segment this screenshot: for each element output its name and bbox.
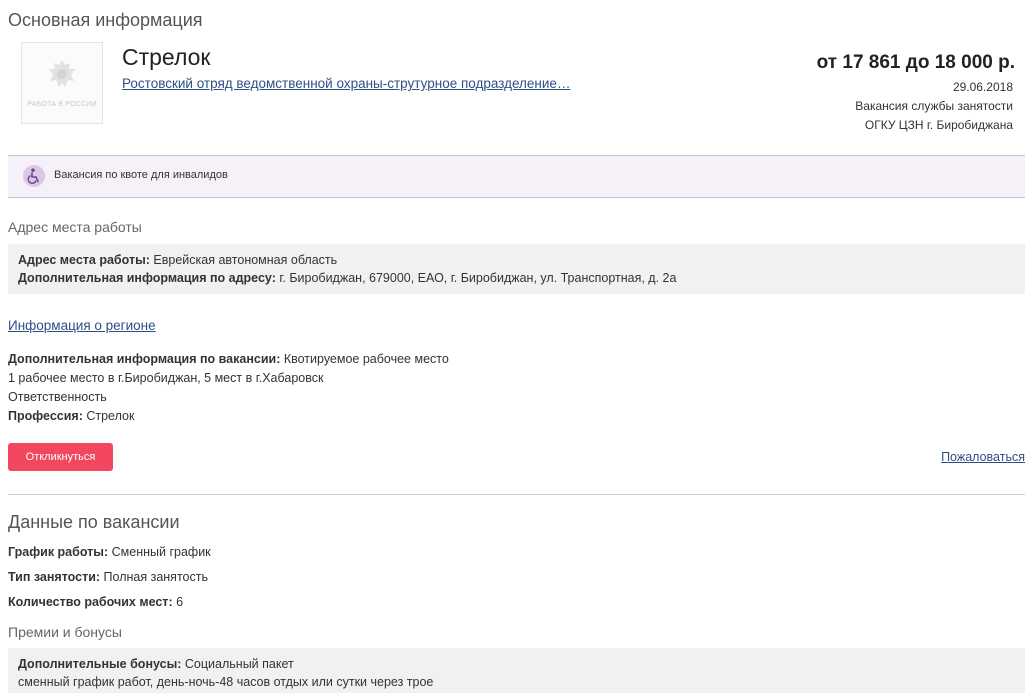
section-title-main-info: Основная информация: [8, 10, 203, 30]
vacancy-extra-value: Квотируемое рабочее место: [283, 352, 449, 366]
bonus-line-schedule: сменный график работ, день-ночь-48 часов…: [18, 675, 434, 689]
apply-button[interactable]: Откликнуться: [8, 443, 113, 471]
vacancy-extra-row: Дополнительная информация по вакансии: К…: [8, 350, 449, 369]
colon: :: [177, 657, 185, 671]
vacancy-data-list: График работы: Сменный график Тип занято…: [8, 543, 211, 618]
vacancy-meta: 29.06.2018 Вакансия службы занятости ОГК…: [855, 78, 1013, 135]
work-address-row: Адрес места работы: Еврейская автономная…: [18, 251, 1015, 269]
colon: :: [168, 595, 177, 609]
colon: :: [276, 352, 284, 366]
quota-banner: Вакансия по квоте для инвалидов: [8, 155, 1025, 198]
bonus-extra-row: Дополнительные бонусы: Социальный пакет: [18, 655, 1015, 673]
address-extra-label: Дополнительная информация по адресу: [18, 271, 272, 285]
salary: от 17 861 до 18 000 р.: [816, 52, 1015, 73]
complain-link[interactable]: Пожаловаться: [941, 450, 1025, 464]
profession-row: Профессия: Стрелок: [8, 407, 449, 426]
work-address-value: Еврейская автономная область: [153, 253, 338, 267]
employment-type-row: Тип занятости: Полная занятость: [8, 568, 211, 593]
region-info-link[interactable]: Информация о регионе: [8, 318, 156, 333]
schedule-label: График работы: [8, 545, 104, 559]
vacancy-source: Вакансия службы занятости: [855, 99, 1013, 113]
job-title: Стрелок: [122, 44, 211, 70]
vacancy-line-responsibility: Ответственность: [8, 390, 107, 404]
schedule-value: Сменный график: [111, 545, 211, 559]
schedule-row: График работы: Сменный график: [8, 543, 211, 568]
places-count-row: Количество рабочих мест: 6: [8, 593, 211, 618]
vacancy-line-places: 1 рабочее место в г.Биробиджан, 5 мест в…: [8, 371, 324, 385]
vacancy-info: Дополнительная информация по вакансии: К…: [8, 350, 449, 426]
coat-of-arms-icon: [49, 60, 75, 87]
bonus-box: Дополнительные бонусы: Социальный пакет …: [8, 648, 1025, 693]
employment-type-value: Полная занятость: [103, 570, 208, 584]
address-extra-row: Дополнительная информация по адресу: г. …: [18, 269, 1015, 287]
address-section-title: Адрес места работы: [8, 219, 142, 235]
bonus-section-title: Премии и бонусы: [8, 624, 122, 640]
profession-label: Профессия: [8, 409, 79, 423]
section-title-vacancy-data: Данные по вакансии: [8, 512, 180, 532]
vacancy-extra-label: Дополнительная информация по вакансии: [8, 352, 277, 366]
work-address-label: Адрес места работы: [18, 253, 146, 267]
logo-caption: РАБОТА В РОССИИ: [27, 101, 97, 108]
publish-date: 29.06.2018: [952, 80, 1013, 94]
wheelchair-icon: [23, 165, 45, 187]
bonus-extra-value: Социальный пакет: [184, 657, 294, 671]
employer-link[interactable]: Ростовский отряд ведомственной охраны-ст…: [122, 76, 570, 91]
address-extra-value: г. Биробиджан, 679000, ЕАО, г. Биробиджа…: [279, 271, 677, 285]
bonus-extra-label: Дополнительные бонусы: [18, 657, 178, 671]
places-count-value: 6: [176, 595, 184, 609]
divider: [8, 494, 1025, 495]
colon: :: [103, 545, 112, 559]
colon: :: [95, 570, 104, 584]
address-box: Адрес места работы: Еврейская автономная…: [8, 244, 1025, 294]
employment-type-label: Тип занятости: [8, 570, 96, 584]
quota-text: Вакансия по квоте для инвалидов: [54, 169, 228, 181]
places-count-label: Количество рабочих мест: [8, 595, 169, 609]
profession-value: Стрелок: [86, 409, 135, 423]
employment-agency: ОГКУ ЦЗН г. Биробиджана: [864, 118, 1013, 132]
employer-logo: РАБОТА В РОССИИ: [21, 42, 103, 124]
